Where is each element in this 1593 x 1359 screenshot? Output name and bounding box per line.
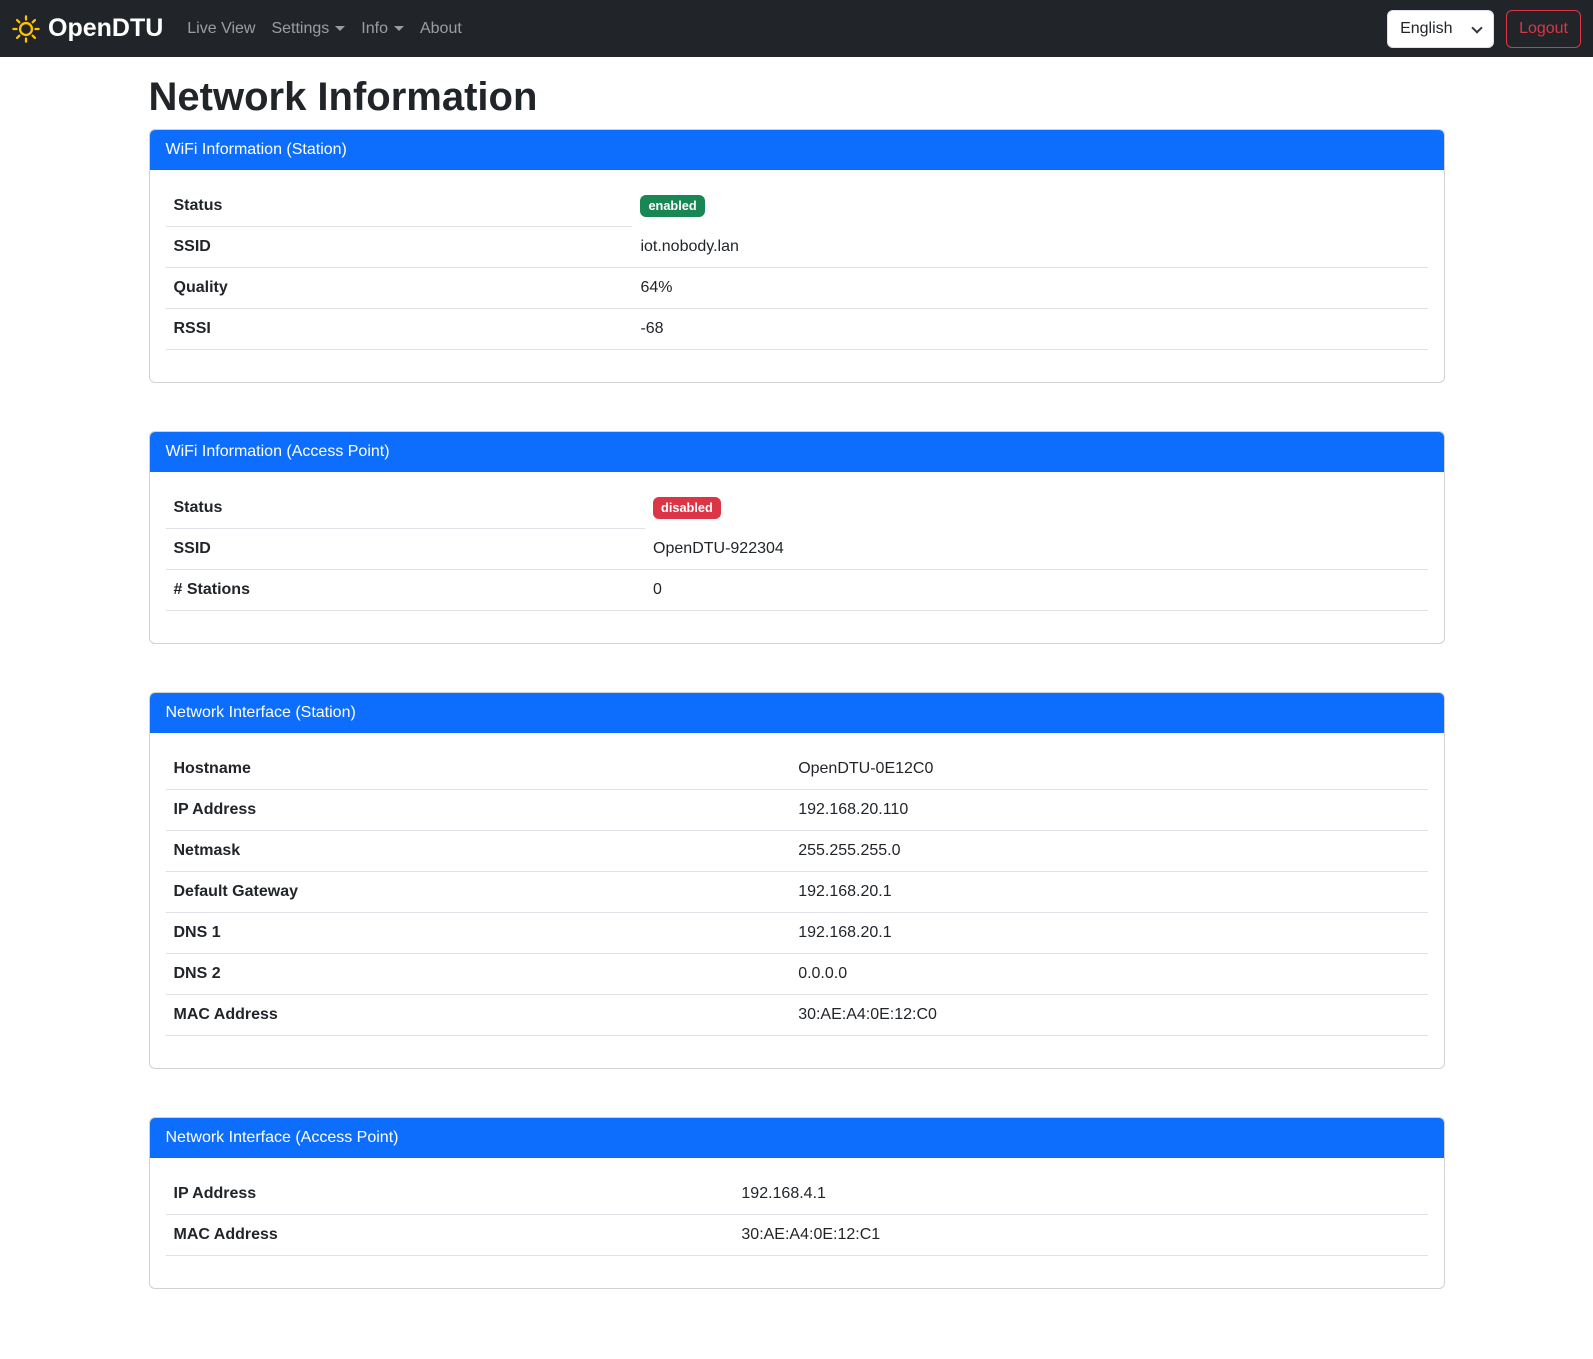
row-value: 64% xyxy=(632,268,1427,309)
card-header-wifi-access-point: WiFi Information (Access Point) xyxy=(150,432,1444,472)
logout-button[interactable]: Logout xyxy=(1506,10,1581,48)
card-wifi-station: WiFi Information (Station) Status enable… xyxy=(149,129,1445,383)
row-label: MAC Address xyxy=(166,995,791,1036)
table-row-status: Status disabled xyxy=(166,488,1428,529)
table-row-dns2: DNS 2 0.0.0.0 xyxy=(166,954,1428,995)
row-label: IP Address xyxy=(166,790,791,831)
language-select-wrap: English xyxy=(1387,10,1494,48)
row-label: RSSI xyxy=(166,309,633,350)
nav-item-label: Settings xyxy=(271,17,329,41)
status-badge: enabled xyxy=(640,195,704,218)
row-label: IP Address xyxy=(166,1174,734,1215)
row-label: DNS 2 xyxy=(166,954,791,995)
chevron-down-icon xyxy=(394,26,404,31)
row-label: # Stations xyxy=(166,570,646,611)
nav-item-label: About xyxy=(420,17,462,41)
status-badge: disabled xyxy=(653,497,721,520)
card-header-network-interface-station: Network Interface (Station) xyxy=(150,693,1444,733)
row-value: enabled xyxy=(632,186,1427,227)
row-label: SSID xyxy=(166,529,646,570)
nav-links: Live View Settings Info About xyxy=(179,9,470,49)
row-value: 192.168.4.1 xyxy=(733,1174,1427,1215)
nav-item-label: Info xyxy=(361,17,388,41)
row-label: Status xyxy=(166,186,633,227)
row-value: 192.168.20.110 xyxy=(790,790,1427,831)
row-value: 0 xyxy=(645,570,1427,611)
nav-item-settings[interactable]: Settings xyxy=(263,9,353,49)
row-label: MAC Address xyxy=(166,1215,734,1256)
nav-item-live-view[interactable]: Live View xyxy=(179,9,263,49)
chevron-down-icon xyxy=(335,26,345,31)
card-body: Status enabled SSID iot.nobody.lan Quali… xyxy=(150,170,1444,382)
row-label: Default Gateway xyxy=(166,872,791,913)
table-row-rssi: RSSI -68 xyxy=(166,309,1428,350)
card-network-interface-station: Network Interface (Station) Hostname Ope… xyxy=(149,692,1445,1069)
card-wifi-access-point: WiFi Information (Access Point) Status d… xyxy=(149,431,1445,644)
row-value: OpenDTU-922304 xyxy=(645,529,1427,570)
row-label: Quality xyxy=(166,268,633,309)
wifi-station-table: Status enabled SSID iot.nobody.lan Quali… xyxy=(166,186,1428,350)
row-value: 30:AE:A4:0E:12:C0 xyxy=(790,995,1427,1036)
table-row-netmask: Netmask 255.255.255.0 xyxy=(166,831,1428,872)
nav-item-info[interactable]: Info xyxy=(353,9,412,49)
row-label: Status xyxy=(166,488,646,529)
card-body: Hostname OpenDTU-0E12C0 IP Address 192.1… xyxy=(150,733,1444,1068)
table-row-ssid: SSID iot.nobody.lan xyxy=(166,227,1428,268)
row-value: 255.255.255.0 xyxy=(790,831,1427,872)
row-value: 30:AE:A4:0E:12:C1 xyxy=(733,1215,1427,1256)
row-label: DNS 1 xyxy=(166,913,791,954)
table-row-dns1: DNS 1 192.168.20.1 xyxy=(166,913,1428,954)
table-row-mac-address: MAC Address 30:AE:A4:0E:12:C0 xyxy=(166,995,1428,1036)
network-interface-access-point-table: IP Address 192.168.4.1 MAC Address 30:AE… xyxy=(166,1174,1428,1256)
card-body: IP Address 192.168.4.1 MAC Address 30:AE… xyxy=(150,1158,1444,1288)
nav-item-label: Live View xyxy=(187,17,255,41)
table-row-ip-address: IP Address 192.168.4.1 xyxy=(166,1174,1428,1215)
table-row-quality: Quality 64% xyxy=(166,268,1428,309)
card-network-interface-access-point: Network Interface (Access Point) IP Addr… xyxy=(149,1117,1445,1289)
table-row-mac-address: MAC Address 30:AE:A4:0E:12:C1 xyxy=(166,1215,1428,1256)
table-row-ssid: SSID OpenDTU-922304 xyxy=(166,529,1428,570)
table-row-stations: # Stations 0 xyxy=(166,570,1428,611)
row-value: 192.168.20.1 xyxy=(790,872,1427,913)
wifi-access-point-table: Status disabled SSID OpenDTU-922304 # St… xyxy=(166,488,1428,611)
table-row-default-gateway: Default Gateway 192.168.20.1 xyxy=(166,872,1428,913)
page-title: Network Information xyxy=(149,73,1445,121)
network-interface-station-table: Hostname OpenDTU-0E12C0 IP Address 192.1… xyxy=(166,749,1428,1036)
row-label: SSID xyxy=(166,227,633,268)
language-select[interactable]: English xyxy=(1387,10,1494,48)
brand-link[interactable]: OpenDTU xyxy=(12,10,163,48)
row-value: 192.168.20.1 xyxy=(790,913,1427,954)
card-header-wifi-station: WiFi Information (Station) xyxy=(150,130,1444,170)
nav-item-about[interactable]: About xyxy=(412,9,470,49)
main-content: Network Information WiFi Information (St… xyxy=(137,57,1457,1329)
row-value: disabled xyxy=(645,488,1427,529)
row-value: 0.0.0.0 xyxy=(790,954,1427,995)
sun-icon xyxy=(12,15,40,43)
table-row-ip-address: IP Address 192.168.20.110 xyxy=(166,790,1428,831)
navbar: OpenDTU Live View Settings Info About En… xyxy=(0,0,1593,57)
row-label: Hostname xyxy=(166,749,791,790)
row-label: Netmask xyxy=(166,831,791,872)
table-row-hostname: Hostname OpenDTU-0E12C0 xyxy=(166,749,1428,790)
table-row-status: Status enabled xyxy=(166,186,1428,227)
navbar-right: English Logout xyxy=(1387,10,1581,48)
row-value: -68 xyxy=(632,309,1427,350)
card-body: Status disabled SSID OpenDTU-922304 # St… xyxy=(150,472,1444,643)
row-value: OpenDTU-0E12C0 xyxy=(790,749,1427,790)
row-value: iot.nobody.lan xyxy=(632,227,1427,268)
card-header-network-interface-access-point: Network Interface (Access Point) xyxy=(150,1118,1444,1158)
brand-label: OpenDTU xyxy=(48,10,163,48)
